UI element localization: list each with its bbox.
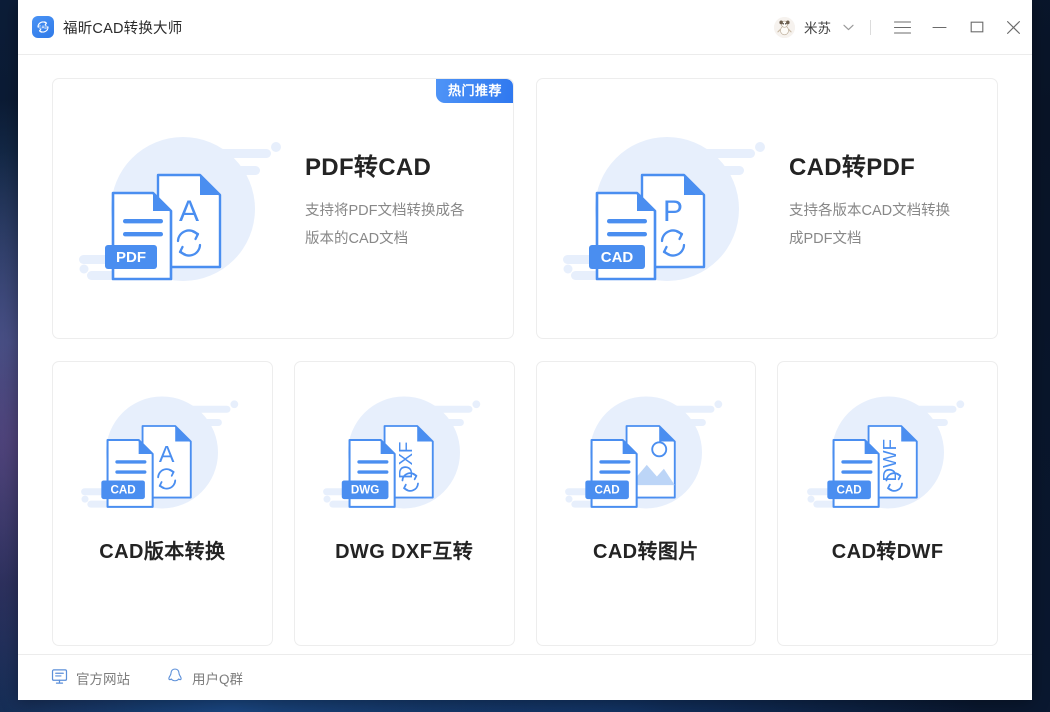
close-icon[interactable] [995, 0, 1032, 54]
menu-icon[interactable] [884, 0, 921, 54]
svg-text:DWG: DWG [351, 484, 380, 497]
card-description-line-1: 支持各版本CAD文档转换 [789, 197, 950, 225]
svg-text:P: P [663, 195, 683, 228]
svg-text:CAD: CAD [594, 484, 619, 497]
maximize-icon[interactable] [958, 0, 995, 54]
card-cad-to-pdf[interactable]: P CAD [536, 78, 998, 339]
main-content: 热门推荐 [18, 55, 1032, 654]
card-cad-to-dwf[interactable]: DWF CAD C [777, 361, 998, 646]
qq-penguin-icon [166, 667, 184, 688]
card-title: CAD转PDF [789, 147, 950, 182]
featured-cards-row: 热门推荐 [52, 78, 998, 339]
svg-text:CAD: CAD [601, 249, 634, 266]
title-bar: CAD 福昕CAD转换大师 米苏 [18, 0, 1032, 55]
status-badge: 热门推荐 [436, 79, 513, 103]
footer-link-label: 用户Q群 [192, 668, 243, 688]
card-description: 支持各版本CAD文档转换 成PDF文档 [789, 197, 950, 253]
card-title: CAD转图片 [593, 535, 699, 564]
card-title: PDF转CAD [305, 147, 465, 182]
footer-link-label: 官方网站 [76, 668, 130, 688]
card-title: DWG DXF互转 [335, 535, 473, 564]
card-title: CAD版本转换 [99, 535, 225, 564]
account-area[interactable]: 米苏 [774, 17, 860, 38]
illustration-cad-to-pdf: P CAD [545, 121, 789, 306]
tool-cards-row: A CAD CAD [52, 361, 998, 646]
user-avatar-icon[interactable] [774, 17, 795, 38]
svg-text:CAD: CAD [111, 484, 136, 497]
footer-link-user-qq-group[interactable]: 用户Q群 [166, 667, 243, 688]
card-cad-version-convert[interactable]: A CAD CAD [52, 361, 273, 646]
svg-text:A: A [179, 195, 199, 228]
window-controls [884, 0, 1032, 54]
card-text-pdf-to-cad: PDF转CAD 支持将PDF文档转换成各 版本的CAD文档 [305, 121, 465, 253]
minimize-icon[interactable] [921, 0, 958, 54]
illustration-cad-version-convert: A CAD [67, 384, 257, 529]
card-description-line-1: 支持将PDF文档转换成各 [305, 197, 465, 225]
card-text-cad-to-pdf: CAD转PDF 支持各版本CAD文档转换 成PDF文档 [789, 121, 950, 253]
illustration-cad-to-image: CAD [551, 384, 741, 529]
card-description-line-2: 成PDF文档 [789, 225, 950, 253]
svg-text:CAD: CAD [836, 484, 861, 497]
svg-text:CAD: CAD [38, 25, 47, 30]
user-name: 米苏 [804, 17, 831, 37]
card-dwg-dxf-convert[interactable]: DXF DWG D [294, 361, 515, 646]
cad-sync-logo-icon: CAD [32, 16, 54, 38]
titlebar-divider [870, 20, 871, 35]
illustration-dwg-dxf-convert: DXF DWG [309, 384, 499, 529]
illustration-cad-to-dwf: DWF CAD [793, 384, 983, 529]
footer-link-official-website[interactable]: 官方网站 [51, 668, 130, 688]
footer-bar: 官方网站 用户Q群 [18, 654, 1032, 700]
card-title: CAD转DWF [832, 535, 944, 564]
illustration-pdf-to-cad: A PDF [61, 121, 305, 306]
svg-text:A: A [159, 441, 175, 467]
card-pdf-to-cad[interactable]: 热门推荐 [52, 78, 514, 339]
application-window: CAD 福昕CAD转换大师 米苏 [18, 0, 1032, 700]
monitor-icon [51, 668, 68, 688]
card-description: 支持将PDF文档转换成各 版本的CAD文档 [305, 197, 465, 253]
card-cad-to-image[interactable]: CAD CAD转图片 [536, 361, 757, 646]
svg-text:PDF: PDF [116, 249, 146, 266]
app-title: 福昕CAD转换大师 [63, 17, 182, 38]
chevron-down-icon[interactable] [840, 19, 856, 35]
card-description-line-2: 版本的CAD文档 [305, 225, 465, 253]
